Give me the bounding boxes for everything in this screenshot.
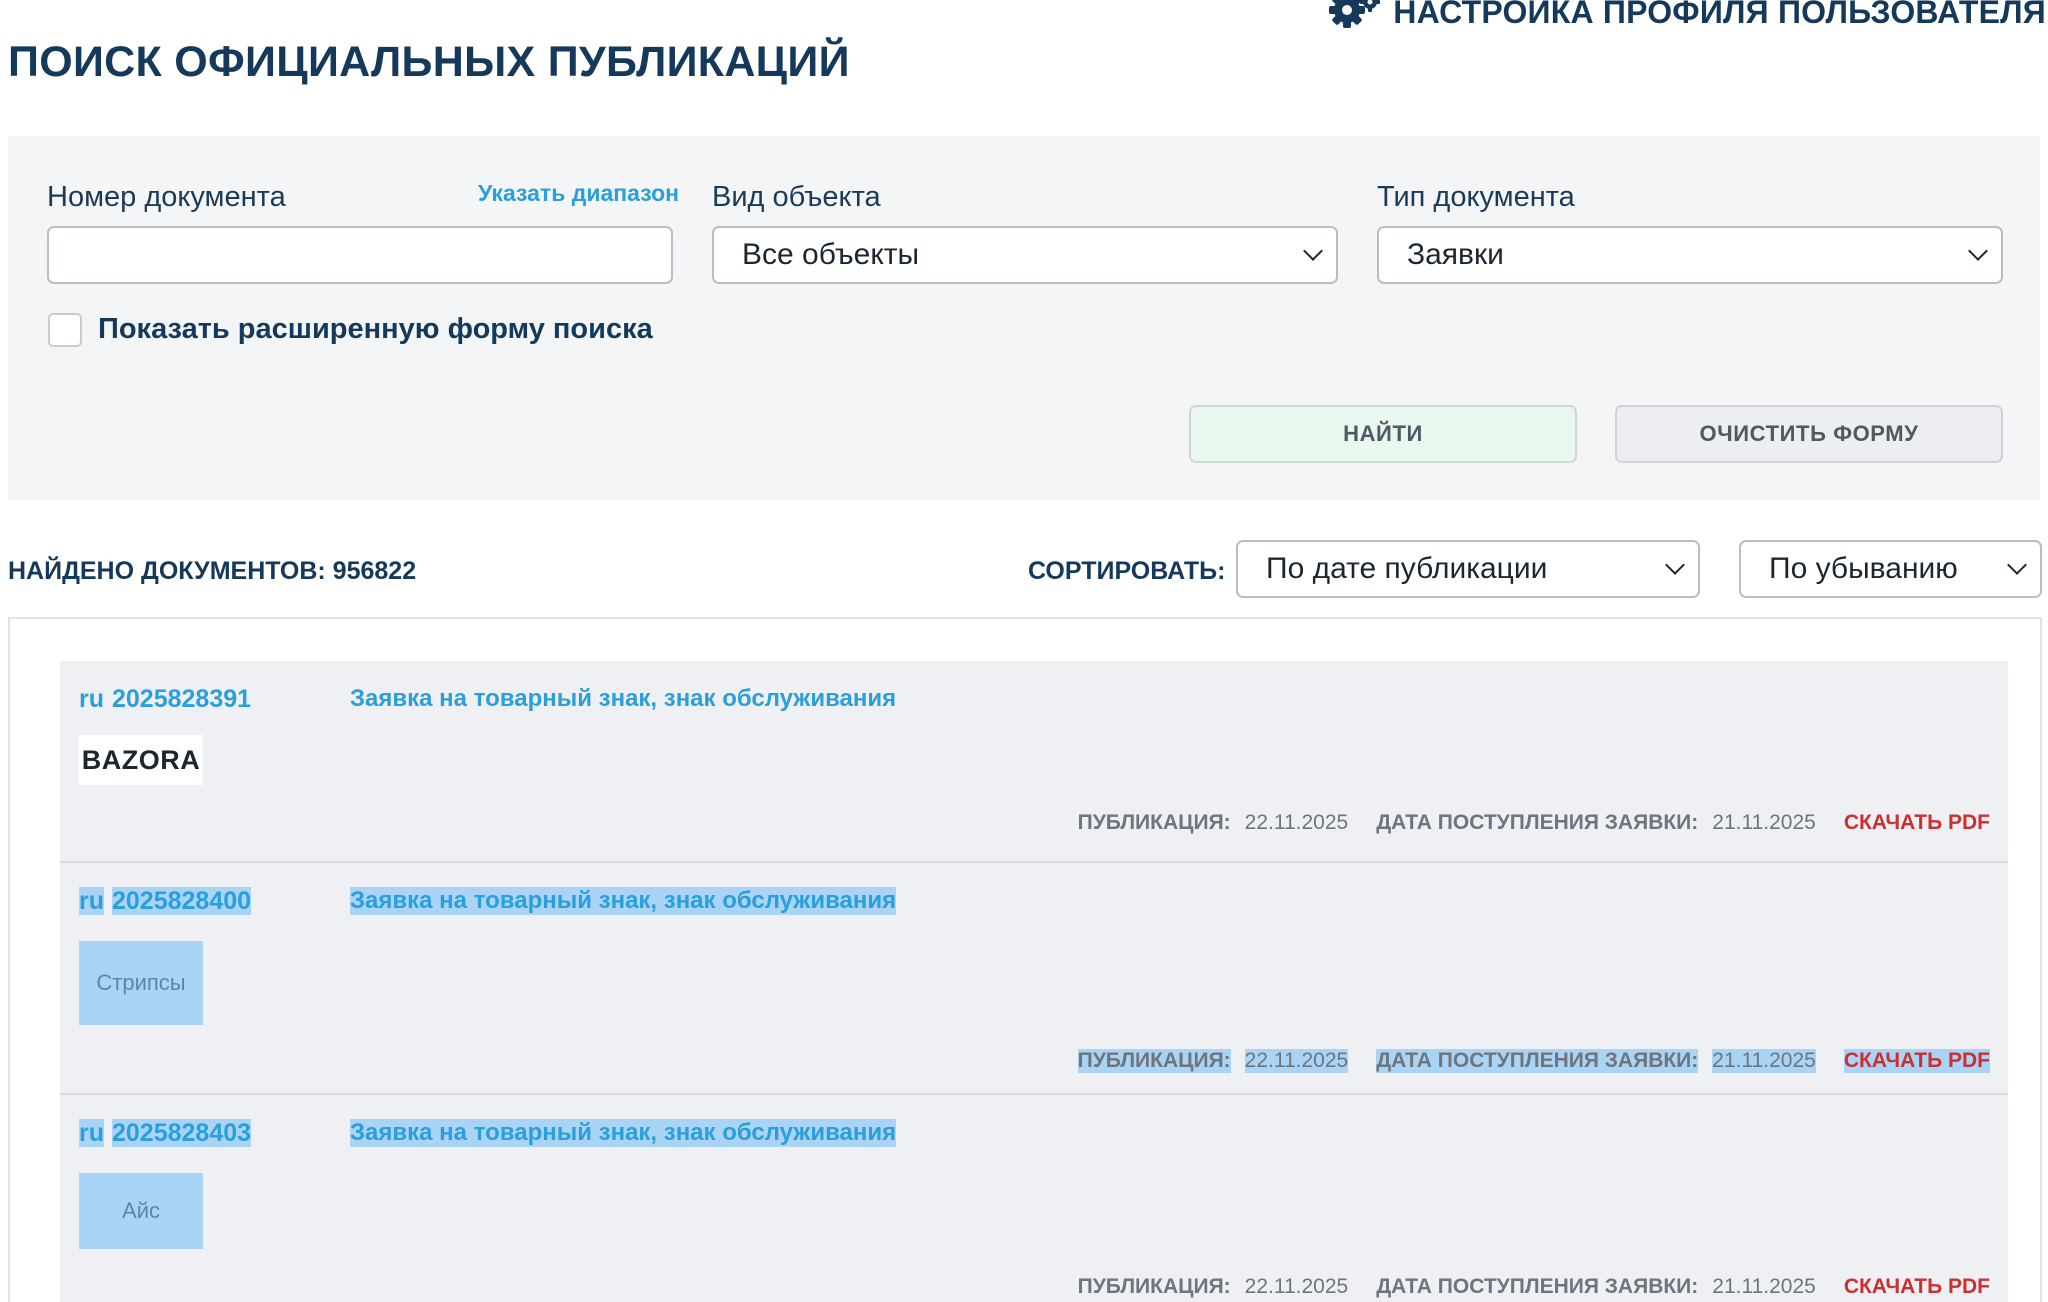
chevron-down-icon <box>1968 241 1988 261</box>
found-documents-count: НАЙДЕНО ДОКУМЕНТОВ: 956822 <box>8 557 417 585</box>
result-type-link[interactable]: Заявка на товарный знак, знак обслуживан… <box>350 1119 897 1147</box>
download-pdf-link[interactable]: СКАЧАТЬ PDF <box>1844 811 1990 835</box>
find-button[interactable]: НАЙТИ <box>1189 405 1577 463</box>
result-number-link[interactable]: ru 2025828400 <box>79 887 252 916</box>
result-number-link[interactable]: ru 2025828391 <box>79 685 251 714</box>
sort-order-value: По убыванию <box>1769 552 1958 585</box>
result-type-link[interactable]: Заявка на товарный знак, знак обслуживан… <box>350 685 896 713</box>
sort-order-select[interactable]: По убыванию <box>1739 540 2042 598</box>
extended-form-checkbox[interactable] <box>48 313 82 347</box>
user-profile-settings-link[interactable]: НАСТРОЙКА ПРОФИЛЯ ПОЛЬЗОВАТЕЛЯ <box>1327 0 2046 32</box>
chevron-down-icon <box>1665 555 1685 575</box>
result-type-link[interactable]: Заявка на товарный знак, знак обслуживан… <box>350 887 897 915</box>
extended-form-label[interactable]: Показать расширенную форму поиска <box>98 313 653 346</box>
filing-date: 21.11.2025 <box>1712 811 1816 834</box>
specify-range-link[interactable]: Указать диапазон <box>478 180 679 207</box>
filing-date-label: ДАТА ПОСТУПЛЕНИЯ ЗАЯВКИ: <box>1376 1049 1699 1073</box>
doc-type-select[interactable]: Заявки <box>1377 226 2003 284</box>
chevron-down-icon <box>1303 241 1323 261</box>
profile-link-label: НАСТРОЙКА ПРОФИЛЯ ПОЛЬЗОВАТЕЛЯ <box>1393 0 2046 30</box>
doc-type-label: Тип документа <box>1377 181 1575 213</box>
result-number-link[interactable]: ru 2025828403 <box>79 1119 252 1148</box>
result-number: 2025828391 <box>112 685 252 713</box>
result-country: ru <box>79 685 104 713</box>
clear-form-button[interactable]: ОЧИСТИТЬ ФОРМУ <box>1615 405 2003 463</box>
page-title: ПОИСК ОФИЦИАЛЬНЫХ ПУБЛИКАЦИЙ <box>8 38 850 86</box>
results-list: ru 2025828391 Заявка на товарный знак, зн… <box>8 617 2042 1302</box>
filing-date-label: ДАТА ПОСТУПЛЕНИЯ ЗАЯВКИ: <box>1376 811 1699 834</box>
publication-label: ПУБЛИКАЦИЯ: <box>1077 1275 1231 1298</box>
object-type-value: Все объекты <box>742 238 920 271</box>
doc-number-input[interactable] <box>47 226 673 284</box>
result-meta: ПУБЛИКАЦИЯ: 22.11.2025 ДАТА ПОСТУПЛЕНИЯ … <box>1078 811 1990 835</box>
sort-label: СОРТИРОВАТЬ: <box>1028 557 1226 585</box>
trademark-image[interactable]: Стрипсы <box>79 941 203 1025</box>
download-pdf-link[interactable]: СКАЧАТЬ PDF <box>1843 1049 1990 1073</box>
sort-field-value: По дате публикации <box>1266 552 1548 585</box>
result-item[interactable]: ru 2025828400 Заявка на товарный знак, зн… <box>60 863 2008 1095</box>
doc-number-label: Номер документа <box>47 181 286 213</box>
result-meta: ПУБЛИКАЦИЯ: 22.11.2025 ДАТА ПОСТУПЛЕНИЯ … <box>1078 1275 1990 1299</box>
gear-icon <box>1329 0 1381 28</box>
result-item[interactable]: ru 2025828403 Заявка на товарный знак, зн… <box>60 1095 2008 1302</box>
trademark-image[interactable]: BAZORA <box>79 735 203 785</box>
result-number: 2025828400 <box>112 887 252 915</box>
filing-date: 21.11.2025 <box>1712 1049 1816 1073</box>
result-country: ru <box>79 887 104 915</box>
result-item[interactable]: ru 2025828391 Заявка на товарный знак, зн… <box>60 661 2008 863</box>
chevron-down-icon <box>2007 555 2027 575</box>
filing-date-label: ДАТА ПОСТУПЛЕНИЯ ЗАЯВКИ: <box>1376 1275 1699 1298</box>
publication-date: 22.11.2025 <box>1244 1275 1349 1298</box>
download-pdf-link[interactable]: СКАЧАТЬ PDF <box>1844 1275 1990 1299</box>
publication-date: 22.11.2025 <box>1244 1049 1349 1073</box>
doc-type-value: Заявки <box>1407 238 1504 271</box>
object-type-label: Вид объекта <box>712 181 881 213</box>
sort-field-select[interactable]: По дате публикации <box>1236 540 1700 598</box>
object-type-select[interactable]: Все объекты <box>712 226 1338 284</box>
result-number: 2025828403 <box>112 1119 252 1147</box>
trademark-image[interactable]: Айс <box>79 1173 203 1249</box>
result-meta: ПУБЛИКАЦИЯ: 22.11.2025 ДАТА ПОСТУПЛЕНИЯ … <box>1077 1049 1990 1073</box>
filing-date: 21.11.2025 <box>1712 1275 1816 1298</box>
result-country: ru <box>79 1119 104 1147</box>
publication-label: ПУБЛИКАЦИЯ: <box>1077 811 1231 834</box>
publication-date: 22.11.2025 <box>1244 811 1349 834</box>
publication-label: ПУБЛИКАЦИЯ: <box>1077 1049 1231 1073</box>
